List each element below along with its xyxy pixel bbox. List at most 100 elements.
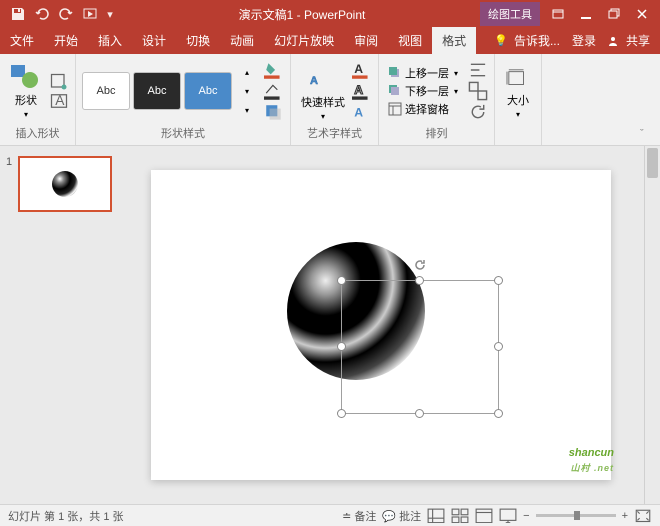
share-button[interactable]: 共享: [624, 27, 652, 54]
group-label-size: [501, 129, 535, 143]
tab-insert[interactable]: 插入: [88, 27, 132, 54]
resize-handle[interactable]: [337, 409, 346, 418]
vertical-scrollbar[interactable]: [644, 146, 660, 504]
comments-button[interactable]: 💬 批注: [382, 508, 421, 524]
notes-button[interactable]: ≐ 备注: [342, 508, 376, 524]
slide-area[interactable]: shancun 山村 .net: [118, 146, 644, 504]
resize-handle[interactable]: [494, 342, 503, 351]
zoom-in-button[interactable]: +: [622, 510, 628, 522]
dropdown-icon: ▾: [24, 110, 28, 119]
tab-design[interactable]: 设计: [132, 27, 176, 54]
sorter-view-icon[interactable]: [451, 508, 469, 524]
slide-canvas[interactable]: [151, 170, 611, 480]
group-size: 大小 ▾: [495, 54, 542, 145]
thumbnail-preview[interactable]: [18, 156, 112, 212]
resize-handle[interactable]: [337, 342, 346, 351]
thumbnail-number: 1: [6, 156, 14, 212]
rotation-handle-icon[interactable]: [414, 259, 426, 271]
svg-text:A: A: [354, 62, 363, 76]
svg-text:A: A: [55, 92, 65, 107]
tab-home[interactable]: 开始: [44, 27, 88, 54]
group-label-arrange: 排列: [385, 125, 488, 143]
resize-handle[interactable]: [415, 409, 424, 418]
start-slideshow-icon[interactable]: [82, 6, 98, 22]
zoom-slider-thumb[interactable]: [574, 511, 580, 520]
group-icon[interactable]: [468, 82, 488, 100]
shape-style-1[interactable]: Abc: [82, 72, 130, 110]
dropdown-icon: ▾: [321, 112, 325, 121]
tab-format[interactable]: 格式: [432, 27, 476, 54]
group-wordart: A 快速样式 ▾ A A A 艺术字样式: [291, 54, 379, 145]
selection-rectangle[interactable]: [341, 280, 499, 414]
text-outline-icon[interactable]: A: [352, 82, 372, 100]
fit-to-window-icon[interactable]: [634, 508, 652, 524]
svg-text:A: A: [354, 105, 363, 119]
send-backward-button[interactable]: 下移一层▾: [385, 82, 461, 100]
group-arrange: 上移一层▾ 下移一层▾ 选择窗格 排列: [379, 54, 495, 145]
redo-icon[interactable]: [58, 6, 74, 22]
thumbnail-pane[interactable]: 1: [0, 146, 118, 504]
resize-handle[interactable]: [337, 276, 346, 285]
tab-file[interactable]: 文件: [0, 27, 44, 54]
tellme-search[interactable]: 告诉我...: [512, 27, 562, 54]
style-scroll-up-icon[interactable]: ▴: [237, 63, 257, 81]
ribbon-options-icon[interactable]: [550, 6, 566, 22]
selection-pane-button[interactable]: 选择窗格: [385, 100, 461, 118]
shape-effects-icon[interactable]: [264, 103, 284, 121]
shapes-label: 形状: [15, 92, 37, 108]
svg-text:A: A: [354, 83, 363, 97]
shape-fill-icon[interactable]: [264, 61, 284, 79]
share-icon: [606, 34, 620, 48]
thumbnail-shape: [52, 171, 78, 197]
slide-counter[interactable]: 幻灯片 第 1 张，共 1 张: [8, 508, 124, 524]
tab-view[interactable]: 视图: [388, 27, 432, 54]
tab-review[interactable]: 审阅: [344, 27, 388, 54]
minimize-icon[interactable]: [578, 6, 594, 22]
signin-button[interactable]: 登录: [566, 27, 602, 54]
zoom-slider[interactable]: [536, 514, 616, 517]
quick-styles-button[interactable]: A 快速样式 ▾: [297, 60, 349, 123]
ribbon: 形状 ▾ A 插入形状 Abc Abc Abc ▴ ▾ ▾: [0, 54, 660, 146]
restore-icon[interactable]: [606, 6, 622, 22]
collapse-ribbon-icon[interactable]: ˇ: [640, 128, 656, 144]
group-label-shape-styles: 形状样式: [82, 125, 284, 143]
statusbar: 幻灯片 第 1 张，共 1 张 ≐ 备注 💬 批注 − +: [0, 504, 660, 526]
ribbon-tabs: 文件 开始 插入 设计 切换 动画 幻灯片放映 审阅 视图 格式 💡 告诉我..…: [0, 28, 660, 54]
text-box-icon[interactable]: A: [49, 92, 69, 110]
normal-view-icon[interactable]: [427, 508, 445, 524]
style-scroll-down-icon[interactable]: ▾: [237, 82, 257, 100]
save-icon[interactable]: [10, 6, 26, 22]
resize-handle[interactable]: [415, 276, 424, 285]
style-gallery-more-icon[interactable]: ▾: [237, 101, 257, 119]
text-effects-icon[interactable]: A: [352, 103, 372, 121]
tab-animations[interactable]: 动画: [220, 27, 264, 54]
bring-forward-button[interactable]: 上移一层▾: [385, 64, 461, 82]
text-fill-icon[interactable]: A: [352, 61, 372, 79]
size-button[interactable]: 大小 ▾: [501, 66, 535, 121]
close-icon[interactable]: [634, 6, 650, 22]
rotate-icon[interactable]: [468, 103, 488, 121]
reading-view-icon[interactable]: [475, 508, 493, 524]
undo-icon[interactable]: [34, 6, 50, 22]
group-shape-styles: Abc Abc Abc ▴ ▾ ▾ 形状样式: [76, 54, 291, 145]
slideshow-view-icon[interactable]: [499, 508, 517, 524]
zoom-out-button[interactable]: −: [523, 510, 529, 522]
scrollbar-thumb[interactable]: [647, 148, 658, 178]
shapes-button[interactable]: 形状 ▾: [6, 62, 46, 121]
window-controls: [540, 6, 660, 22]
size-label: 大小: [507, 92, 529, 108]
slide-thumbnail[interactable]: 1: [6, 156, 112, 212]
align-icon[interactable]: [468, 61, 488, 79]
shape-style-2[interactable]: Abc: [133, 72, 181, 110]
contextual-tab-label: 绘图工具: [480, 2, 540, 26]
svg-text:A: A: [310, 75, 318, 87]
tab-slideshow[interactable]: 幻灯片放映: [264, 27, 344, 54]
tab-transitions[interactable]: 切换: [176, 27, 220, 54]
shape-outline-icon[interactable]: [264, 82, 284, 100]
workspace: 1 shancun 山村 .net: [0, 146, 660, 504]
resize-handle[interactable]: [494, 276, 503, 285]
qat-dropdown-icon[interactable]: ▾: [106, 6, 114, 22]
edit-shape-icon[interactable]: [49, 73, 69, 91]
resize-handle[interactable]: [494, 409, 503, 418]
shape-style-3[interactable]: Abc: [184, 72, 232, 110]
